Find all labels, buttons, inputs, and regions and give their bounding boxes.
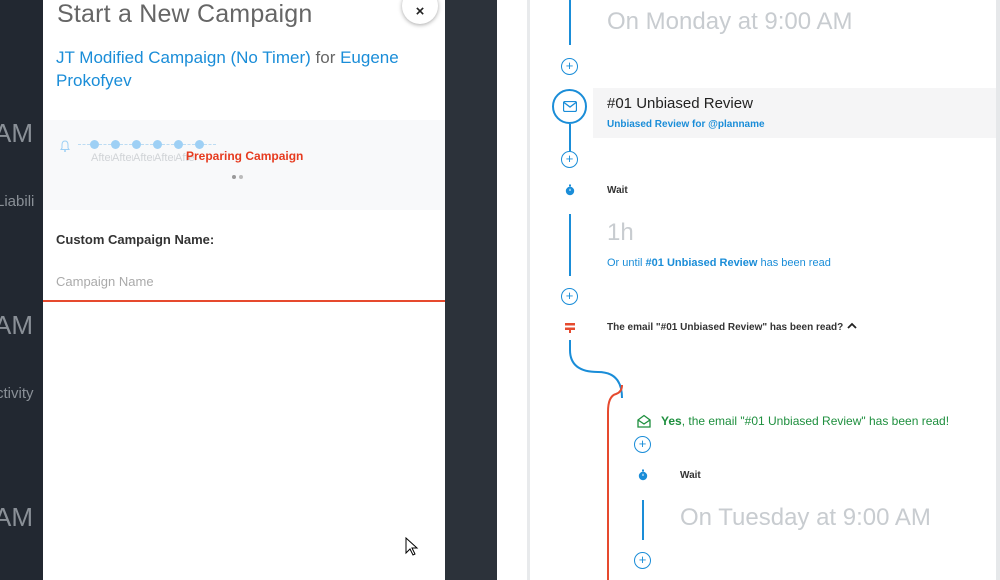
email-title[interactable]: #01 Unbiased Review: [607, 95, 753, 112]
chevron-up-icon[interactable]: [846, 321, 858, 331]
until-email-link[interactable]: #01 Unbiased Review: [646, 257, 758, 269]
bell-icon: [60, 140, 70, 152]
pager-dot[interactable]: [239, 175, 243, 179]
add-step-button[interactable]: +: [634, 436, 651, 453]
flow-connector: [569, 124, 571, 151]
custom-name-label: Custom Campaign Name:: [56, 232, 215, 247]
background-text: AM: [0, 118, 33, 148]
background-strip: [445, 0, 497, 580]
background-text: AM: [0, 502, 33, 532]
step-dot: [111, 140, 120, 149]
email-subtitle: Unbiased Review for @planname: [607, 119, 765, 130]
add-step-button[interactable]: +: [634, 552, 651, 569]
yes-branch-text: Yes, the email "#01 Unbiased Review" has…: [661, 414, 950, 428]
add-step-button[interactable]: +: [561, 288, 578, 305]
close-button[interactable]: ×: [402, 0, 438, 24]
step-dot: [174, 140, 183, 149]
step-dot: [90, 140, 99, 149]
modal-subtitle: JT Modified Campaign (No Timer) for Euge…: [56, 46, 426, 92]
add-step-button[interactable]: +: [561, 58, 578, 75]
condition-icon: [565, 323, 575, 333]
background-text: Liabili: [0, 193, 35, 210]
step-dots: [78, 140, 216, 149]
panel-edge: [996, 0, 1000, 580]
step-label: After: [133, 152, 154, 164]
panel-rail: [527, 0, 530, 580]
subtitle-connector: for: [315, 48, 336, 67]
step-dot: [153, 140, 162, 149]
wait-until-condition: Or until #01 Unbiased Review has been re…: [607, 257, 831, 269]
preparing-status: Preparing Campaign: [186, 149, 304, 163]
step-label: After: [154, 152, 175, 164]
start-campaign-modal: Start a New Campaign × JT Modified Campa…: [43, 0, 445, 580]
flow-connector: [569, 214, 571, 276]
envelope-open-icon: [637, 414, 651, 428]
stopwatch-icon: [565, 184, 575, 196]
modal-title: Start a New Campaign: [57, 0, 313, 28]
envelope-icon: [562, 101, 577, 112]
wait-label: Wait: [680, 470, 701, 481]
yes-label: Yes: [661, 414, 682, 428]
flow-connector: [642, 500, 644, 540]
wait-label: Wait: [607, 185, 628, 196]
flow-connector: [569, 0, 571, 45]
schedule-time: On Monday at 9:00 AM: [607, 8, 853, 35]
background-text: ctivity: [0, 385, 34, 402]
background-left: [0, 0, 43, 580]
campaign-name-input[interactable]: [43, 262, 445, 302]
step-label: After: [91, 152, 112, 164]
mouse-cursor-icon: [405, 537, 419, 556]
stopwatch-icon: [638, 469, 648, 481]
stepper-pager: [232, 175, 243, 179]
step-dot: [195, 140, 204, 149]
schedule-time: On Tuesday at 9:00 AM: [680, 504, 931, 531]
campaign-link[interactable]: JT Modified Campaign (No Timer): [56, 48, 311, 67]
step-label: After: [112, 152, 133, 164]
wait-duration: 1h: [607, 219, 634, 246]
branch-connector: [569, 340, 623, 580]
step-labels: After After After After After: [91, 152, 196, 164]
campaign-stepper: After After After After After Preparing …: [43, 120, 445, 210]
step-dot: [132, 140, 141, 149]
add-step-button[interactable]: +: [561, 151, 578, 168]
condition-text: The email "#01 Unbiased Review" has been…: [607, 322, 844, 333]
pager-dot[interactable]: [232, 175, 236, 179]
email-node[interactable]: [552, 89, 587, 124]
background-text: AM: [0, 310, 33, 340]
